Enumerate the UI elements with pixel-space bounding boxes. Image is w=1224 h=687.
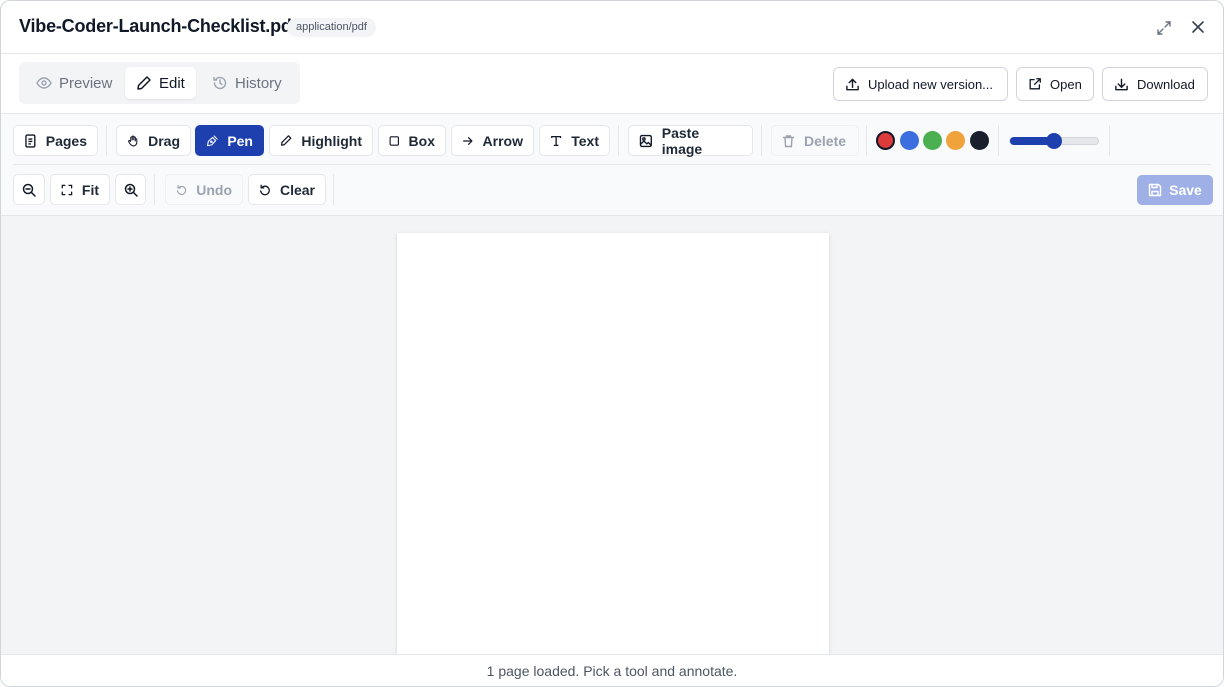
pen-label: Pen: [227, 132, 253, 149]
color-swatch-blue[interactable]: [900, 131, 919, 150]
toolbar-divider: [333, 174, 334, 205]
pdf-viewer-dialog: Vibe-Coder-Launch-Checklist.pdf applicat…: [0, 0, 1224, 687]
color-swatch-red[interactable]: [876, 131, 895, 150]
hand-icon: [128, 135, 138, 146]
open-button[interactable]: Open: [1016, 67, 1094, 101]
zoom-in-icon: [124, 183, 138, 197]
download-label: Download: [1137, 76, 1195, 92]
expand-icon[interactable]: [1154, 18, 1174, 38]
annotation-toolbar: Pages Drag Pen Highlight Box Arrow Text: [1, 114, 1223, 216]
toolbar-divider: [998, 125, 999, 156]
document-canvas[interactable]: [1, 216, 1223, 654]
delete-button[interactable]: Delete: [771, 125, 859, 156]
history-icon: [213, 76, 227, 90]
highlighter-icon: [280, 135, 292, 146]
save-label: Save: [1169, 182, 1202, 198]
box-tool-button[interactable]: Box: [378, 125, 446, 156]
rotate-ccw-icon: [260, 184, 270, 195]
dialog-header: Vibe-Coder-Launch-Checklist.pdf applicat…: [1, 1, 1223, 54]
mode-switcher: Preview Edit History: [19, 62, 300, 104]
zoom-out-icon: [22, 183, 36, 197]
pencil-icon: [137, 76, 151, 90]
clear-label: Clear: [279, 181, 315, 198]
tab-preview-label: Preview: [59, 74, 113, 92]
tab-edit-label: Edit: [159, 74, 185, 92]
undo-icon: [177, 184, 187, 195]
toolbar-divider: [154, 174, 155, 205]
tab-preview[interactable]: Preview: [25, 67, 123, 99]
pages-label: Pages: [45, 132, 87, 149]
tab-history[interactable]: History: [201, 67, 293, 99]
eye-icon: [36, 77, 52, 89]
status-message: 1 page loaded. Pick a tool and annotate.: [486, 663, 738, 679]
upload-label: Upload new version...: [868, 76, 994, 92]
text-label: Text: [571, 132, 599, 149]
page-icon: [25, 133, 36, 148]
save-icon: [1148, 183, 1162, 197]
pdf-page[interactable]: [397, 233, 829, 654]
drag-tool-button[interactable]: Drag: [116, 125, 191, 156]
pen-tool-button[interactable]: Pen: [195, 125, 264, 156]
text-icon: [551, 135, 562, 146]
mode-bar: Preview Edit History Upload new version.…: [1, 54, 1223, 114]
external-link-icon: [1029, 78, 1041, 90]
fit-label: Fit: [81, 181, 99, 198]
toolbar-row-divider: [13, 164, 1211, 165]
color-swatch-green[interactable]: [923, 131, 942, 150]
status-bar: 1 page loaded. Pick a tool and annotate.: [1, 654, 1223, 686]
highlight-tool-button[interactable]: Highlight: [269, 125, 373, 156]
trash-icon: [782, 134, 795, 147]
pen-tool-icon: [207, 134, 218, 146]
toolbar-divider: [618, 125, 619, 156]
arrow-tool-button[interactable]: Arrow: [451, 125, 534, 156]
delete-label: Delete: [804, 132, 847, 149]
color-swatch-orange[interactable]: [946, 131, 965, 150]
arrow-label: Arrow: [482, 132, 523, 149]
mime-type-badge: application/pdf: [287, 18, 376, 37]
toolbar-divider: [866, 125, 867, 156]
zoom-in-button[interactable]: [115, 174, 146, 205]
pages-button[interactable]: Pages: [13, 125, 98, 156]
slider-thumb[interactable]: [1046, 133, 1062, 149]
upload-new-version-button[interactable]: Upload new version...: [833, 67, 1008, 101]
stroke-width-slider[interactable]: [1009, 133, 1099, 149]
toolbar-divider: [761, 125, 762, 156]
open-label: Open: [1050, 76, 1082, 92]
arrow-right-icon: [463, 136, 473, 145]
undo-button[interactable]: Undo: [165, 174, 243, 205]
save-button[interactable]: Save: [1137, 175, 1213, 205]
file-title: Vibe-Coder-Launch-Checklist.pdf: [19, 16, 298, 36]
toolbar-divider: [1109, 125, 1110, 156]
toolbar-divider: [106, 125, 107, 156]
undo-label: Undo: [196, 181, 232, 198]
tab-edit[interactable]: Edit: [125, 67, 196, 99]
download-button[interactable]: Download: [1102, 67, 1208, 101]
text-tool-button[interactable]: Text: [539, 125, 610, 156]
upload-icon: [846, 78, 859, 90]
paste-image-button[interactable]: Paste image: [628, 124, 753, 157]
fit-button[interactable]: Fit: [50, 174, 110, 205]
fit-screen-icon: [61, 184, 73, 195]
zoom-out-button[interactable]: [13, 174, 45, 205]
close-icon[interactable]: [1188, 17, 1208, 37]
drag-label: Drag: [148, 132, 180, 149]
download-icon: [1115, 78, 1128, 90]
box-label: Box: [408, 132, 435, 149]
tab-history-label: History: [235, 74, 282, 92]
clear-button[interactable]: Clear: [248, 174, 326, 205]
square-icon: [389, 135, 399, 146]
highlight-label: Highlight: [301, 132, 362, 149]
color-swatch-black[interactable]: [970, 131, 989, 150]
paste-image-label: Paste image: [661, 124, 703, 157]
image-icon: [639, 134, 652, 147]
